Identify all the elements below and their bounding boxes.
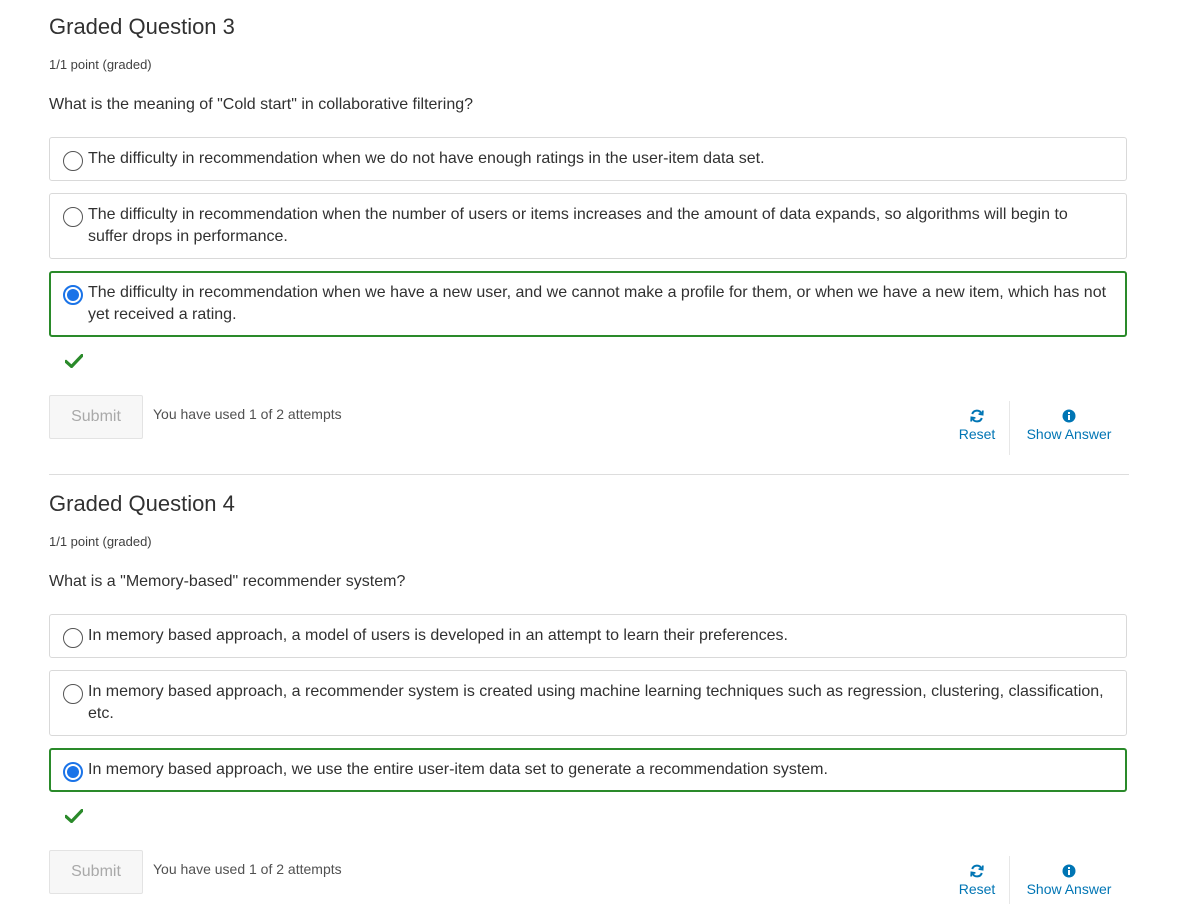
choice-option-3[interactable]: The difficulty in recommendation when we…	[49, 271, 1127, 337]
question-prompt: What is a "Memory-based" recommender sys…	[49, 573, 406, 590]
show-answer-button[interactable]: Show Answer	[1019, 408, 1119, 442]
radio-button-selected[interactable]	[63, 285, 83, 305]
question-title: Graded Question 3	[49, 14, 235, 39]
radio-button-selected[interactable]	[63, 762, 83, 782]
radio-button[interactable]	[63, 628, 83, 648]
question-points: 1/1 point (graded)	[49, 57, 152, 72]
refresh-icon	[970, 409, 984, 423]
submit-button[interactable]: Submit	[49, 850, 143, 894]
checkmark-icon	[65, 354, 83, 368]
choice-label: In memory based approach, a recommender …	[88, 683, 1104, 722]
radio-button[interactable]	[63, 207, 83, 227]
choice-label: The difficulty in recommendation when we…	[88, 284, 1107, 323]
info-icon	[1062, 409, 1076, 423]
question-points: 1/1 point (graded)	[49, 534, 152, 549]
reset-label: Reset	[958, 881, 996, 897]
attempts-text: You have used 1 of 2 attempts	[153, 406, 342, 422]
show-answer-label: Show Answer	[1026, 426, 1112, 442]
show-answer-button[interactable]: Show Answer	[1019, 863, 1119, 897]
choice-label: In memory based approach, a model of use…	[88, 627, 788, 644]
attempts-text: You have used 1 of 2 attempts	[153, 861, 342, 877]
show-answer-label: Show Answer	[1026, 881, 1112, 897]
reset-label: Reset	[958, 426, 996, 442]
choice-option-3[interactable]: In memory based approach, we use the ent…	[49, 748, 1127, 792]
refresh-icon	[970, 864, 984, 878]
action-divider	[1009, 401, 1010, 455]
choice-option-2[interactable]: In memory based approach, a recommender …	[49, 670, 1127, 736]
choice-option-2[interactable]: The difficulty in recommendation when th…	[49, 193, 1127, 259]
reset-button[interactable]: Reset	[943, 408, 1011, 442]
checkmark-icon	[65, 809, 83, 823]
question-prompt: What is the meaning of "Cold start" in c…	[49, 96, 474, 113]
info-icon	[1062, 864, 1076, 878]
action-divider	[1009, 856, 1010, 904]
submit-button[interactable]: Submit	[49, 395, 143, 439]
radio-button[interactable]	[63, 684, 83, 704]
choice-label: The difficulty in recommendation when we…	[88, 150, 765, 167]
question-title: Graded Question 4	[49, 491, 235, 516]
choice-option-1[interactable]: The difficulty in recommendation when we…	[49, 137, 1127, 181]
reset-button[interactable]: Reset	[943, 863, 1011, 897]
choice-label: In memory based approach, we use the ent…	[88, 761, 828, 778]
radio-button[interactable]	[63, 151, 83, 171]
choice-option-1[interactable]: In memory based approach, a model of use…	[49, 614, 1127, 658]
question-divider	[49, 474, 1129, 475]
choice-label: The difficulty in recommendation when th…	[88, 206, 1068, 245]
